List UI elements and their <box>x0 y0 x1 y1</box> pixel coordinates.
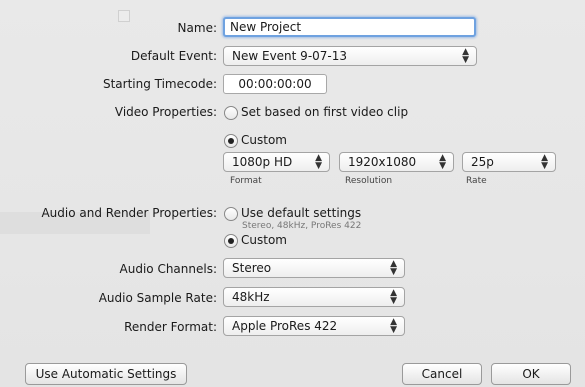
default-event-label: Default Event: <box>130 49 217 63</box>
resolution-caption: Resolution <box>345 176 393 186</box>
audio-default-label: Use default settings <box>241 206 362 220</box>
audio-sample-rate-value: 48kHz <box>232 290 270 304</box>
render-format-popup[interactable]: Apple ProRes 422 ▲ ▼ <box>223 316 405 336</box>
video-first-clip-radio[interactable] <box>224 106 238 120</box>
video-format-value: 1080p HD <box>232 155 293 169</box>
ok-button[interactable]: OK <box>491 363 571 385</box>
popup-arrows-icon: ▲ ▼ <box>315 153 322 171</box>
starting-timecode-field[interactable]: 00:00:00:00 <box>223 74 327 94</box>
audio-default-radio[interactable] <box>224 207 238 221</box>
popup-arrows-icon: ▲ ▼ <box>541 153 548 171</box>
audio-custom-radio[interactable] <box>224 234 238 248</box>
popup-arrows-icon: ▲ ▼ <box>390 259 397 277</box>
cancel-button[interactable]: Cancel <box>402 363 482 385</box>
video-properties-label: Video Properties: <box>114 105 217 119</box>
audio-render-properties-label: Audio and Render Properties: <box>41 206 217 220</box>
video-resolution-value: 1920x1080 <box>348 155 417 169</box>
video-rate-value: 25p <box>471 155 494 169</box>
background-checkbox <box>118 10 130 22</box>
audio-channels-label: Audio Channels: <box>119 262 217 276</box>
audio-default-hint: Stereo, 48kHz, ProRes 422 <box>242 221 362 231</box>
audio-sample-rate-popup[interactable]: 48kHz ▲ ▼ <box>223 287 405 307</box>
default-event-popup[interactable]: New Event 9-07-13 ▲ ▼ <box>223 46 477 66</box>
project-name-field[interactable]: New Project <box>223 17 476 37</box>
starting-timecode-label: Starting Timecode: <box>102 77 217 91</box>
video-resolution-popup[interactable]: 1920x1080 ▲ ▼ <box>339 152 454 172</box>
audio-channels-value: Stereo <box>232 261 272 275</box>
video-rate-popup[interactable]: 25p ▲ ▼ <box>462 152 556 172</box>
render-format-value: Apple ProRes 422 <box>232 319 338 333</box>
popup-arrows-icon: ▲ ▼ <box>390 288 397 306</box>
radio-selected-icon <box>228 138 234 144</box>
video-format-popup[interactable]: 1080p HD ▲ ▼ <box>223 152 330 172</box>
video-custom-label: Custom <box>241 133 287 147</box>
popup-arrows-icon: ▲ ▼ <box>390 317 397 335</box>
default-event-value: New Event 9-07-13 <box>232 49 348 63</box>
audio-channels-popup[interactable]: Stereo ▲ ▼ <box>223 258 405 278</box>
name-label: Name: <box>177 21 217 35</box>
popup-arrows-icon: ▲ ▼ <box>462 47 469 65</box>
use-automatic-settings-button[interactable]: Use Automatic Settings <box>25 363 187 385</box>
audio-custom-label: Custom <box>241 233 287 247</box>
audio-sample-rate-label: Audio Sample Rate: <box>98 291 217 305</box>
render-format-label: Render Format: <box>124 320 217 334</box>
video-custom-radio[interactable] <box>224 134 238 148</box>
rate-caption: Rate <box>466 176 487 186</box>
video-first-clip-label: Set based on first video clip <box>241 105 409 119</box>
radio-selected-icon <box>228 238 234 244</box>
popup-arrows-icon: ▲ ▼ <box>439 153 446 171</box>
format-caption: Format <box>230 176 262 186</box>
